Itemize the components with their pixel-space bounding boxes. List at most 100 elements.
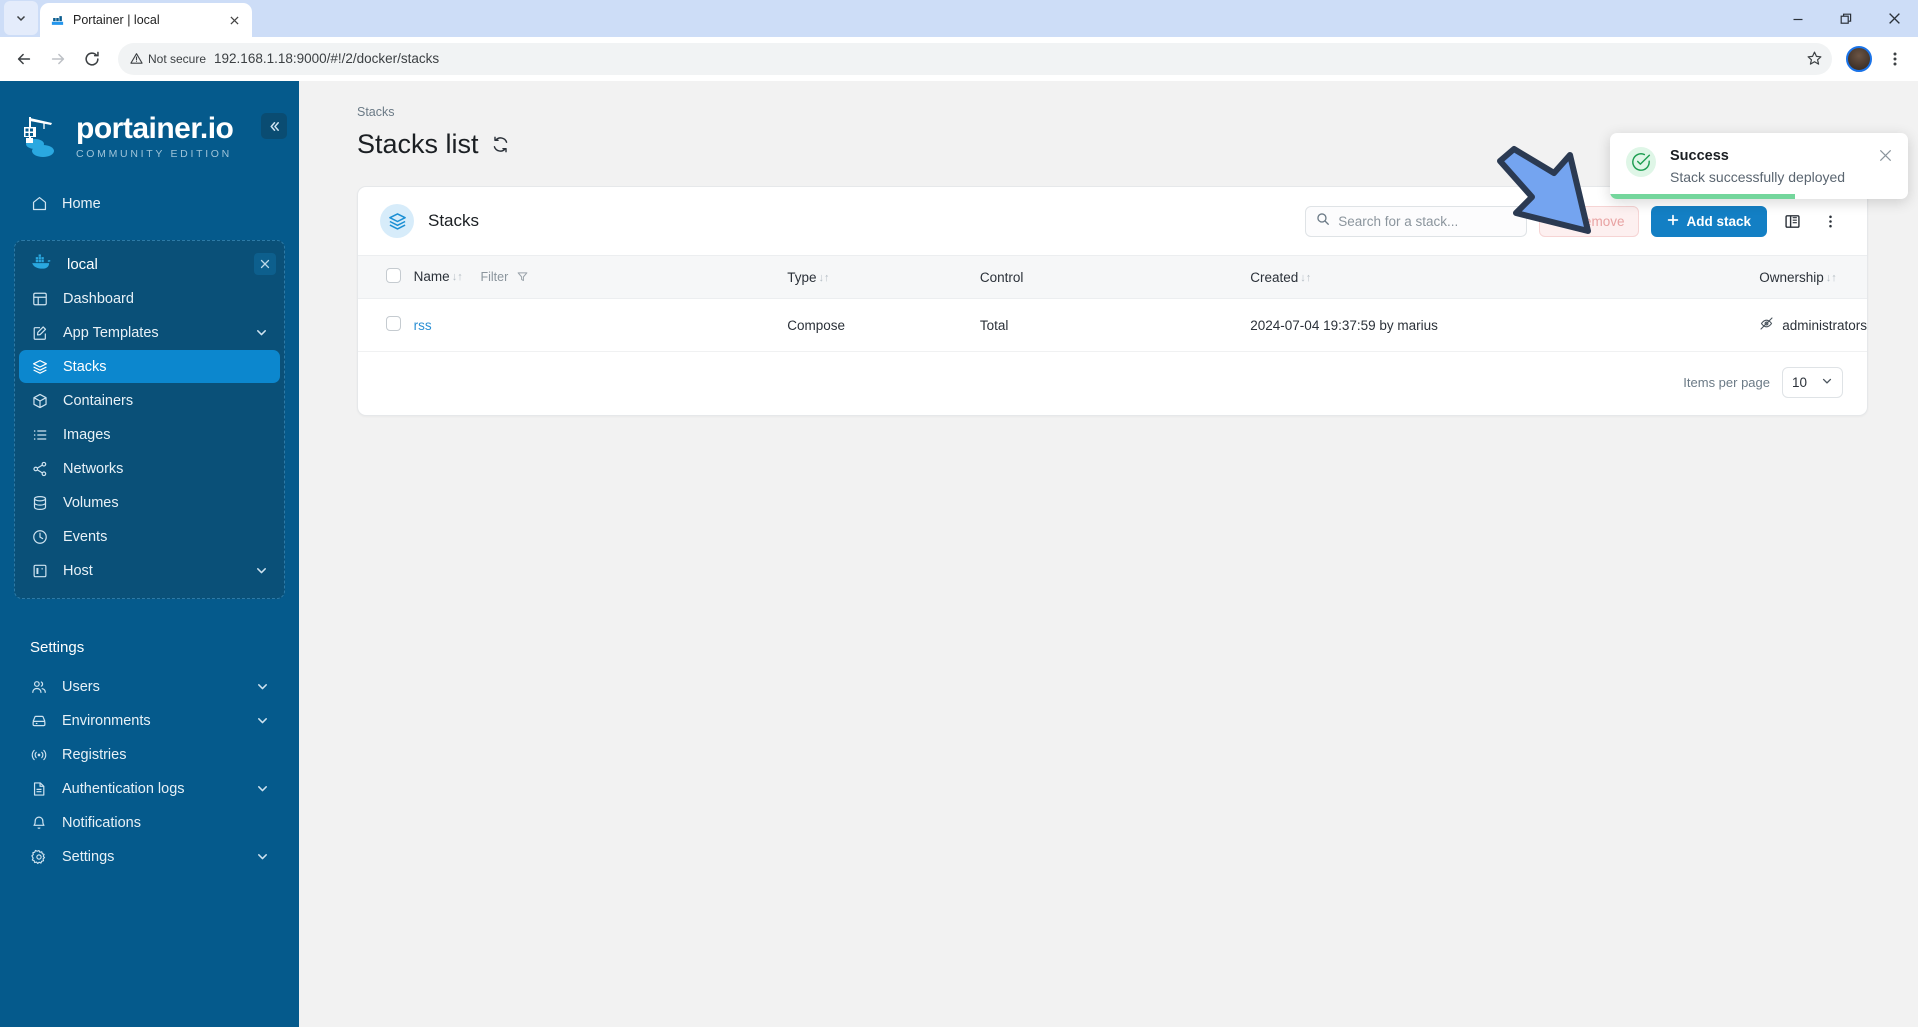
sidebar-item-host[interactable]: Host [19, 554, 280, 587]
items-per-page-label: Items per page [1683, 375, 1770, 390]
chevron-down-icon[interactable] [256, 782, 269, 795]
column-header-label: Control [979, 269, 1024, 285]
sidebar-item-label: Home [62, 195, 101, 212]
refresh-icon[interactable] [491, 135, 510, 154]
sidebar-item-images[interactable]: Images [19, 418, 280, 451]
stacks-table-head: Name ↓↑ Filter Type ↓↑ Control Created ↓… [358, 255, 1867, 299]
sidebar-item-events[interactable]: Events [19, 520, 280, 553]
stacks-table-footer: Items per page 10 [358, 352, 1867, 415]
dashboard-icon [31, 290, 49, 308]
bookmark-star-icon[interactable] [1800, 45, 1828, 73]
sort-arrows-icon: ↓↑ [818, 271, 830, 284]
table-row[interactable]: rss Compose Total 2024-07-04 19:37:59 by… [358, 298, 1867, 352]
sidebar-item-notifications[interactable]: Notifications [18, 806, 281, 839]
window-maximize-button[interactable] [1822, 0, 1870, 37]
sidebar-item-app-templates[interactable]: App Templates [19, 316, 280, 349]
close-icon [1888, 13, 1900, 24]
chevron-down-icon [16, 15, 26, 22]
check-circle-icon [1626, 147, 1656, 177]
sidebar-item-home[interactable]: Home [18, 187, 281, 220]
sidebar-logo[interactable]: portainer.io COMMUNITY EDITION [0, 91, 299, 173]
chevron-down-icon[interactable] [255, 326, 268, 339]
warning-triangle-icon [130, 53, 143, 64]
sidebar-environment-close-icon[interactable] [254, 253, 276, 275]
sidebar-item-label: Networks [63, 460, 124, 477]
chevron-down-icon[interactable] [256, 680, 269, 693]
column-header-control[interactable]: Control [979, 255, 1251, 299]
chevron-down-icon[interactable] [256, 714, 269, 727]
table-header-row: Name ↓↑ Filter Type ↓↑ Control Created ↓… [358, 255, 1867, 299]
row-type-cell: Compose [787, 298, 980, 352]
sidebar-item-registries[interactable]: Registries [18, 738, 281, 771]
browser-forward-button[interactable] [42, 43, 74, 75]
sort-arrows-icon: ↓↑ [451, 271, 463, 284]
sidebar-item-containers[interactable]: Containers [19, 384, 280, 417]
items-per-page-select[interactable]: 10 [1782, 367, 1843, 398]
add-stack-button-label: Add stack [1686, 213, 1751, 229]
browser-reload-button[interactable] [76, 43, 108, 75]
columns-layout-icon[interactable] [1779, 208, 1805, 234]
sidebar-item-label: Stacks [63, 358, 107, 375]
sidebar-item-networks[interactable]: Networks [19, 452, 280, 485]
chevron-down-icon[interactable] [256, 850, 269, 863]
browser-back-button[interactable] [8, 43, 40, 75]
column-header-name[interactable]: Name ↓↑ Filter [413, 255, 788, 299]
search-icon [1316, 212, 1330, 231]
sidebar-environment-header[interactable]: local [15, 247, 284, 281]
column-header-label: Ownership [1759, 269, 1824, 285]
sidebar-item-stacks[interactable]: Stacks [19, 350, 280, 383]
select-all-checkbox[interactable] [386, 268, 401, 283]
toast-close-icon[interactable] [1877, 147, 1894, 164]
arrow-right-icon [51, 53, 65, 64]
browser-tab-portainer[interactable]: Portainer | local [40, 3, 252, 37]
browser-profile-avatar[interactable] [1846, 45, 1872, 72]
remove-button[interactable]: Remove [1539, 205, 1640, 237]
sidebar-collapse-button[interactable] [261, 113, 287, 139]
sidebar-item-users[interactable]: Users [18, 670, 281, 703]
column-header-type[interactable]: Type ↓↑ [787, 255, 980, 299]
sidebar-item-environments[interactable]: Environments [18, 704, 281, 737]
column-header-label: Name [413, 269, 450, 284]
tab-search-dropdown-button[interactable] [4, 1, 38, 35]
security-status-label: Not secure [148, 51, 207, 66]
column-header-label: Type [787, 269, 817, 285]
window-close-button[interactable] [1870, 0, 1918, 37]
sidebar-environment-block: local Dashboard App Templates Stacks Con… [14, 240, 285, 599]
security-status[interactable]: Not secure [130, 52, 206, 66]
window-controls [1774, 0, 1918, 37]
document-icon [30, 780, 48, 798]
stack-name-link[interactable]: rss [414, 318, 432, 333]
sidebar-item-label: Settings [62, 848, 115, 865]
stacks-card-title: Stacks [428, 211, 480, 230]
sidebar-item-volumes[interactable]: Volumes [19, 486, 280, 519]
row-checkbox[interactable] [386, 316, 401, 331]
card-more-kebab-icon[interactable] [1817, 208, 1843, 234]
filter-button[interactable]: Filter [480, 270, 528, 284]
window-minimize-button[interactable] [1774, 0, 1822, 37]
reload-icon [85, 51, 99, 66]
arrow-left-icon [17, 53, 31, 64]
sidebar-item-settings[interactable]: Settings [18, 840, 281, 873]
breadcrumb[interactable]: Stacks [299, 81, 1918, 119]
sort-arrows-icon: ↓↑ [1825, 271, 1837, 284]
browser-menu-kebab-icon[interactable] [1880, 44, 1910, 74]
sidebar-item-authentication-logs[interactable]: Authentication logs [18, 772, 281, 805]
toast-message: Stack successfully deployed [1670, 169, 1846, 185]
column-header-created[interactable]: Created ↓↑ [1250, 255, 1760, 299]
browser-address-bar[interactable]: Not secure 192.168.1.18:9000/#!/2/docker… [118, 42, 1832, 75]
stack-search-box[interactable] [1305, 205, 1528, 237]
add-stack-button[interactable]: Add stack [1651, 205, 1767, 237]
sidebar-item-label: Environments [62, 712, 151, 729]
server-icon [31, 562, 49, 580]
chevron-down-icon[interactable] [255, 564, 268, 577]
trash-icon [1554, 213, 1567, 229]
chevron-double-left-icon [270, 121, 279, 131]
sidebar-item-dashboard[interactable]: Dashboard [19, 282, 280, 315]
stacks-table-body: rss Compose Total 2024-07-04 19:37:59 by… [358, 298, 1867, 352]
tab-close-icon[interactable] [225, 11, 243, 29]
clock-icon [31, 528, 49, 546]
environment-icon [30, 712, 48, 730]
sidebar-item-label: Users [62, 678, 100, 695]
column-header-ownership[interactable]: Ownership ↓↑ [1759, 255, 1867, 299]
search-input[interactable] [1338, 213, 1517, 229]
